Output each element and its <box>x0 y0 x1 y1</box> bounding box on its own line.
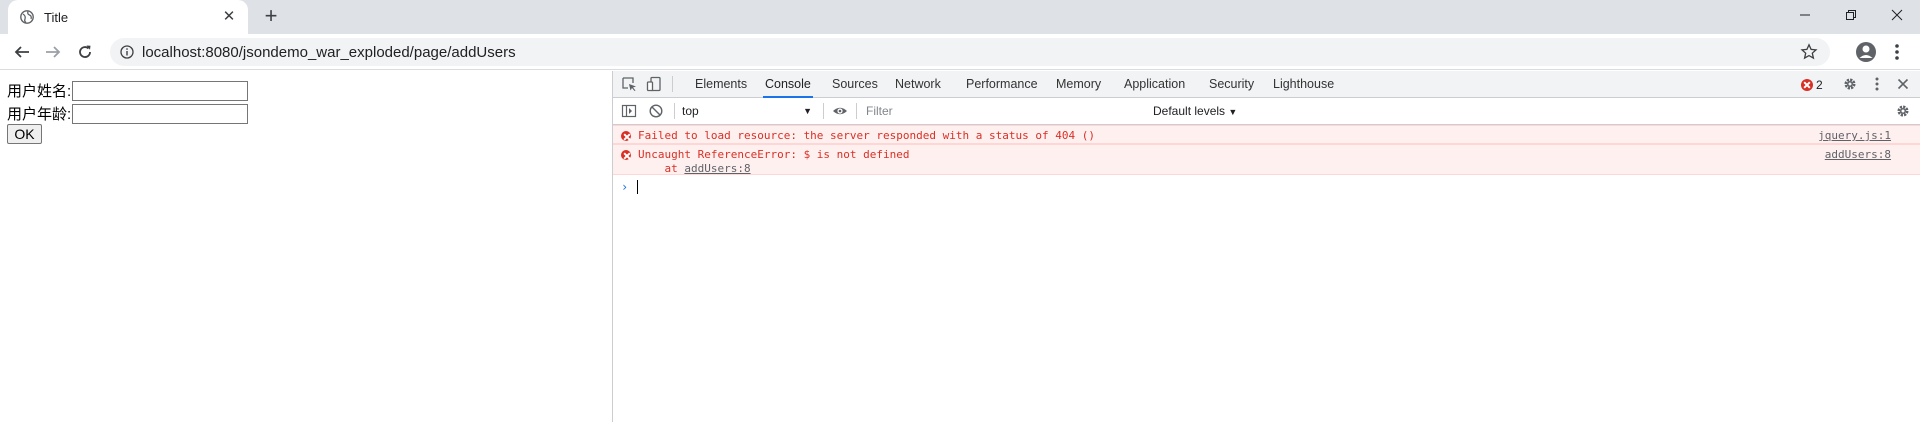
arrow-left-icon <box>14 46 29 58</box>
console-prompt-icon: › <box>621 180 629 194</box>
close-icon[interactable] <box>1895 76 1911 92</box>
ok-button[interactable]: OK <box>7 124 42 144</box>
tab-console[interactable]: Console <box>763 71 813 98</box>
context-value: top <box>682 104 699 118</box>
tab-title: Title <box>44 10 69 25</box>
arrow-right-icon <box>46 46 61 58</box>
minimize-icon[interactable] <box>1782 0 1828 30</box>
clear-console-icon[interactable] <box>648 103 664 119</box>
username-row: 用户姓名: <box>7 80 249 101</box>
address-bar[interactable]: localhost:8080/jsondemo_war_exploded/pag… <box>110 38 1830 66</box>
log-levels-select[interactable]: Default levels ▼ <box>1153 102 1237 121</box>
error-source-link[interactable]: jquery.js:1 <box>1818 129 1891 142</box>
error-counter[interactable]: 2 <box>1801 78 1823 92</box>
close-tab-icon[interactable]: ✕ <box>220 8 238 26</box>
error-message-text: Uncaught ReferenceError: $ is not define… <box>638 148 910 176</box>
tab-lighthouse[interactable]: Lighthouse <box>1271 71 1336 98</box>
console-settings-gear-icon[interactable] <box>1895 103 1911 119</box>
new-tab-button[interactable]: + <box>260 5 282 28</box>
age-input[interactable] <box>72 103 249 124</box>
context-select[interactable]: top ▼ <box>682 102 812 120</box>
tab-network[interactable]: Network <box>893 71 943 98</box>
reload-icon <box>79 45 91 58</box>
device-toolbar-icon[interactable] <box>646 76 662 92</box>
url-text: localhost:8080/jsondemo_war_exploded/pag… <box>142 44 516 61</box>
sidebar-toggle-icon[interactable] <box>621 103 637 119</box>
toolbar-divider <box>823 103 824 119</box>
browser-toolbar: localhost:8080/jsondemo_war_exploded/pag… <box>0 34 1920 70</box>
toolbar-divider <box>672 76 673 92</box>
kebab-menu-icon[interactable] <box>1869 76 1885 92</box>
globe-icon <box>20 10 34 24</box>
tab-elements[interactable]: Elements <box>693 71 749 98</box>
tab-application[interactable]: Application <box>1122 71 1187 98</box>
error-message-text: Failed to load resource: the server resp… <box>638 129 1095 142</box>
error-icon <box>621 131 631 141</box>
restore-icon[interactable] <box>1828 0 1874 30</box>
devtools-tab-bar: Elements Console Sources Network Performance… <box>613 71 1920 98</box>
inspect-element-icon[interactable] <box>621 76 637 92</box>
profile-icon[interactable] <box>1855 41 1877 63</box>
kebab-menu-icon[interactable] <box>1890 41 1904 63</box>
console-message-error: Failed to load resource: the server resp… <box>613 125 1920 144</box>
age-label: 用户年龄: <box>7 106 72 123</box>
error-source-link[interactable]: addUsers:8 <box>1825 148 1891 161</box>
error-count: 2 <box>1816 78 1823 92</box>
tab-memory[interactable]: Memory <box>1054 71 1103 98</box>
browser-tab[interactable]: Title ✕ <box>8 0 248 34</box>
star-icon[interactable] <box>1800 43 1818 61</box>
error-icon <box>621 150 631 160</box>
toolbar-divider <box>674 103 675 119</box>
tab-performance[interactable]: Performance <box>964 71 1040 98</box>
close-window-icon[interactable] <box>1874 0 1920 30</box>
forward-button[interactable] <box>42 41 64 63</box>
info-icon[interactable] <box>120 45 134 59</box>
tab-sources[interactable]: Sources <box>830 71 880 98</box>
dropdown-arrow-icon: ▼ <box>803 106 812 116</box>
gear-icon[interactable] <box>1842 76 1858 92</box>
filter-input[interactable]: Filter <box>862 102 1142 120</box>
stack-trace-link[interactable]: addUsers:8 <box>684 162 750 175</box>
dropdown-arrow-icon: ▼ <box>1228 107 1238 117</box>
page-content: 用户姓名: 用户年龄: OK <box>0 71 612 422</box>
username-label: 用户姓名: <box>7 83 72 100</box>
console-message-error: Uncaught ReferenceError: $ is not define… <box>613 144 1920 175</box>
console-input-caret[interactable] <box>637 180 638 194</box>
devtools-panel: Elements Console Sources Network Performance… <box>612 71 1920 422</box>
tab-strip: Title ✕ + <box>0 0 1920 34</box>
error-message-title: Uncaught ReferenceError: $ is not define… <box>638 148 910 161</box>
stack-trace-prefix: at <box>638 162 685 175</box>
error-icon <box>1801 79 1813 91</box>
eye-icon[interactable] <box>832 103 848 119</box>
reload-button[interactable] <box>74 41 96 63</box>
back-button[interactable] <box>11 41 33 63</box>
age-row: 用户年龄: <box>7 103 249 124</box>
console-toolbar: top ▼ Filter Default levels ▼ <box>613 98 1920 125</box>
toolbar-divider <box>856 103 857 119</box>
log-levels-label: Default levels <box>1153 104 1226 118</box>
username-input[interactable] <box>72 80 249 101</box>
tab-security[interactable]: Security <box>1207 71 1256 98</box>
